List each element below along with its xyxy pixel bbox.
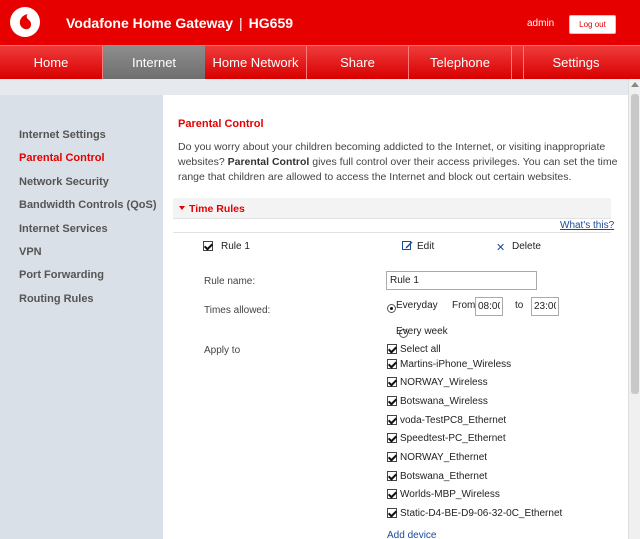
nav-spacer: [512, 46, 524, 80]
from-time-input[interactable]: [475, 297, 503, 316]
whats-this-link[interactable]: What's this?: [560, 220, 614, 231]
device-row[interactable]: NORWAY_Ethernet: [387, 452, 487, 463]
rule-name-input[interactable]: [386, 271, 537, 290]
device-label: NORWAY_Ethernet: [400, 452, 488, 463]
device-row[interactable]: NORWAY_Wireless: [387, 377, 488, 388]
device-checkbox[interactable]: [387, 471, 397, 482]
from-label: From: [452, 300, 476, 311]
model-name: HG659: [248, 15, 294, 31]
everyday-label: Everyday: [396, 300, 438, 311]
brand-separator: |: [239, 15, 243, 31]
nav-settings[interactable]: Settings: [524, 46, 628, 80]
intro-text: Do you worry about your children becomin…: [178, 140, 618, 185]
device-checkbox[interactable]: [387, 415, 397, 426]
sidebar-item-routing-rules[interactable]: Routing Rules: [19, 293, 94, 305]
device-label: Botswana_Ethernet: [400, 471, 488, 482]
device-checkbox[interactable]: [387, 508, 397, 519]
device-row[interactable]: Speedtest-PC_Ethernet: [387, 433, 506, 444]
device-checkbox[interactable]: [387, 489, 397, 500]
times-allowed-label: Times allowed:: [204, 305, 271, 316]
caret-down-icon: [179, 206, 185, 210]
device-label: Speedtest-PC_Ethernet: [400, 433, 506, 444]
device-row[interactable]: Martins-iPhone_Wireless: [387, 359, 511, 370]
nav-home-network[interactable]: Home Network: [205, 46, 307, 80]
brand-title: Vodafone Home Gateway | HG659: [66, 15, 293, 31]
select-all-label: Select all: [400, 344, 441, 355]
sidebar-item-internet-services[interactable]: Internet Services: [19, 223, 108, 235]
scroll-up-arrow-icon[interactable]: [631, 82, 639, 87]
time-rules-section-header[interactable]: Time Rules: [173, 198, 611, 219]
device-row[interactable]: voda-TestPC8_Ethernet: [387, 415, 506, 426]
apply-to-label: Apply to: [204, 345, 241, 356]
device-row[interactable]: Botswana_Wireless: [387, 396, 488, 407]
scrollbar[interactable]: [628, 79, 640, 539]
to-time-input[interactable]: [531, 297, 559, 316]
device-checkbox[interactable]: [387, 433, 397, 444]
main-nav: Home Internet Home Network Share Telepho…: [0, 45, 640, 80]
username: admin: [527, 18, 555, 29]
nav-home[interactable]: Home: [0, 46, 103, 80]
sidebar-item-bandwidth-controls[interactable]: Bandwidth Controls (QoS): [19, 199, 156, 211]
add-device-link[interactable]: Add device: [387, 530, 436, 539]
rule-name-label: Rule name:: [204, 276, 256, 287]
edit-icon[interactable]: [402, 240, 413, 251]
rule-title: Rule 1: [221, 241, 250, 252]
scroll-thumb[interactable]: [631, 94, 639, 394]
sidebar-item-network-security[interactable]: Network Security: [19, 176, 109, 188]
divider: [173, 232, 611, 233]
page-title: Parental Control: [178, 118, 264, 130]
every-week-label: Every week: [396, 326, 448, 337]
sidebar-item-internet-settings[interactable]: Internet Settings: [19, 129, 106, 141]
device-label: Martins-iPhone_Wireless: [400, 359, 512, 370]
nav-telephone[interactable]: Telephone: [409, 46, 512, 80]
device-label: NORWAY_Wireless: [400, 377, 488, 388]
top-bar: Vodafone Home Gateway | HG659 admin Log ou…: [0, 0, 640, 45]
device-label: voda-TestPC8_Ethernet: [400, 415, 507, 426]
sub-header-strip: [0, 79, 640, 95]
edit-button[interactable]: Edit: [417, 241, 434, 252]
sidebar-item-vpn[interactable]: VPN: [19, 246, 42, 258]
device-label: Worlds-MBP_Wireless: [400, 489, 500, 500]
sidebar-item-port-forwarding[interactable]: Port Forwarding: [19, 269, 104, 281]
device-row[interactable]: Static-D4-BE-D9-06-32-0C_Ethernet: [387, 508, 562, 519]
everyday-radio[interactable]: [387, 303, 396, 313]
device-label: Botswana_Wireless: [400, 396, 488, 407]
device-checkbox[interactable]: [387, 396, 397, 407]
rule-enable-checkbox[interactable]: [203, 241, 213, 251]
vodafone-logo-icon: [10, 7, 40, 37]
device-row[interactable]: Botswana_Ethernet: [387, 471, 487, 482]
intro-bold: Parental Control: [227, 156, 310, 168]
brand-name: Vodafone Home Gateway: [66, 15, 234, 31]
device-checkbox[interactable]: [387, 359, 397, 370]
delete-button[interactable]: Delete: [512, 241, 541, 252]
section-title: Time Rules: [189, 203, 245, 215]
device-label: Static-D4-BE-D9-06-32-0C_Ethernet: [400, 508, 563, 519]
select-all-checkbox[interactable]: [387, 344, 397, 355]
device-row[interactable]: Worlds-MBP_Wireless: [387, 489, 500, 500]
sidebar-item-parental-control[interactable]: Parental Control: [19, 152, 105, 164]
select-all-row[interactable]: Select all: [387, 344, 441, 355]
to-label: to: [515, 300, 524, 311]
nav-share[interactable]: Share: [307, 46, 409, 80]
nav-internet[interactable]: Internet: [103, 46, 205, 80]
device-checkbox[interactable]: [387, 452, 397, 463]
device-checkbox[interactable]: [387, 377, 397, 388]
delete-icon[interactable]: ✕: [496, 241, 505, 254]
logout-button[interactable]: Log out: [569, 15, 616, 34]
